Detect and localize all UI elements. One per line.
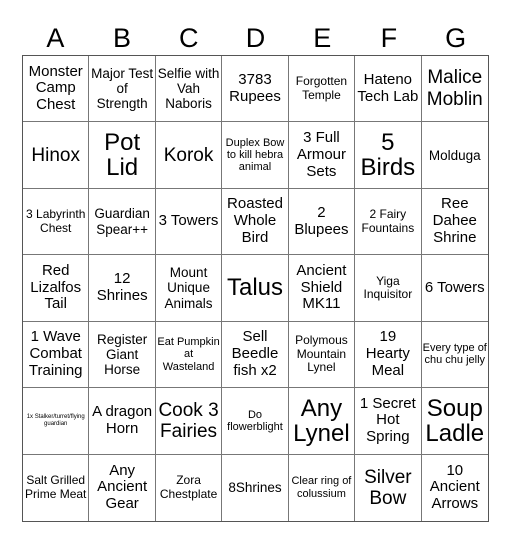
bingo-cell[interactable]: Mount Unique Animals <box>155 255 223 322</box>
bingo-cell[interactable]: Forgotten Temple <box>288 56 356 123</box>
bingo-cell[interactable]: Any Ancient Gear <box>89 454 156 521</box>
column-letter-b: B <box>113 23 132 53</box>
bingo-cell[interactable]: 3 Labyrinth Chest <box>23 188 90 256</box>
bingo-cell[interactable]: Every type of chu chu jelly <box>421 322 488 389</box>
column-letter-a: A <box>46 23 65 53</box>
bingo-cell[interactable]: Eat Pumpkin at Wasteland <box>155 321 223 389</box>
bingo-cell[interactable]: 1x Stalker/turret/flying guardian <box>23 388 90 455</box>
bingo-cell[interactable]: Molduga <box>421 122 488 189</box>
bingo-cell[interactable]: Any Lynel <box>288 388 356 455</box>
bingo-cell[interactable]: Malice Moblin <box>421 56 488 123</box>
bingo-cell[interactable]: 12 Shrines <box>89 255 156 322</box>
bingo-cell[interactable]: 6 Towers <box>421 255 488 322</box>
bingo-cell[interactable]: Major Test of Strength <box>89 56 156 123</box>
bingo-grid: Monster Camp Chest Major Test of Strengt… <box>22 55 489 522</box>
bingo-cell[interactable]: Korok <box>155 122 223 189</box>
bingo-cell[interactable]: Do flowerblight <box>222 388 289 455</box>
bingo-cell[interactable]: 5 Birds <box>355 122 422 189</box>
bingo-cell[interactable]: Hateno Tech Lab <box>355 56 422 123</box>
bingo-cell[interactable]: A dragon Horn <box>89 388 156 455</box>
bingo-cell[interactable]: Talus <box>222 255 289 322</box>
column-letter-f: F <box>380 23 398 53</box>
bingo-cell[interactable]: Polymous Mountain Lynel <box>288 321 356 389</box>
bingo-cell[interactable]: 3 Full Armour Sets <box>288 122 356 189</box>
column-header: A B C D E F G <box>22 22 489 55</box>
bingo-cell[interactable]: Register Giant Horse <box>89 321 156 389</box>
bingo-cell[interactable]: Sell Beedle fish x2 <box>222 321 289 389</box>
column-letter-g: G <box>445 23 467 53</box>
bingo-cell[interactable]: 3 Towers <box>155 188 223 256</box>
bingo-cell[interactable]: Hinox <box>23 122 90 189</box>
bingo-cell[interactable]: 8Shrines <box>222 454 289 521</box>
bingo-cell[interactable]: 10 Ancient Arrows <box>422 455 488 521</box>
column-letter-d: D <box>245 23 266 53</box>
bingo-cell[interactable]: Selfie with Vah Naboris <box>155 56 223 123</box>
column-letter-c: C <box>179 23 199 53</box>
bingo-cell[interactable]: Red Lizalfos Tail <box>23 255 90 322</box>
bingo-cell[interactable]: Zora Chestplate <box>156 454 223 521</box>
bingo-cell[interactable]: Guardian Spear++ <box>89 188 156 256</box>
bingo-cell[interactable]: Duplex Bow to kill hebra animal <box>222 122 289 189</box>
bingo-cell[interactable]: 1 Wave Combat Training <box>23 321 90 389</box>
bingo-cell[interactable]: Roasted Whole Bird <box>222 188 289 256</box>
column-letter-e: E <box>313 23 332 53</box>
bingo-cell[interactable]: Monster Camp Chest <box>23 56 90 123</box>
bingo-cell[interactable]: Pot Lid <box>89 122 156 189</box>
bingo-cell[interactable]: Clear ring of colussium <box>289 454 356 521</box>
bingo-cell[interactable]: Yiga Inquisitor <box>355 255 422 322</box>
bingo-cell[interactable]: 2 Blupees <box>288 188 356 256</box>
bingo-cell[interactable]: Soup Ladle <box>421 388 488 455</box>
bingo-cell[interactable]: Salt Grilled Prime Meat <box>23 454 90 521</box>
bingo-cell[interactable]: Ree Dahee Shrine <box>421 189 488 256</box>
bingo-cell[interactable]: 19 Hearty Meal <box>355 321 422 389</box>
bingo-cell[interactable]: Cook 3 Fairies <box>155 388 223 455</box>
bingo-cell[interactable]: 3783 Rupees <box>222 56 289 123</box>
bingo-cell[interactable]: 2 Fairy Fountains <box>355 188 422 256</box>
bingo-cell[interactable]: Silver Bow <box>355 454 422 521</box>
bingo-cell[interactable]: Ancient Shield MK11 <box>288 255 356 322</box>
bingo-cell[interactable]: 1 Secret Hot Spring <box>355 388 422 455</box>
